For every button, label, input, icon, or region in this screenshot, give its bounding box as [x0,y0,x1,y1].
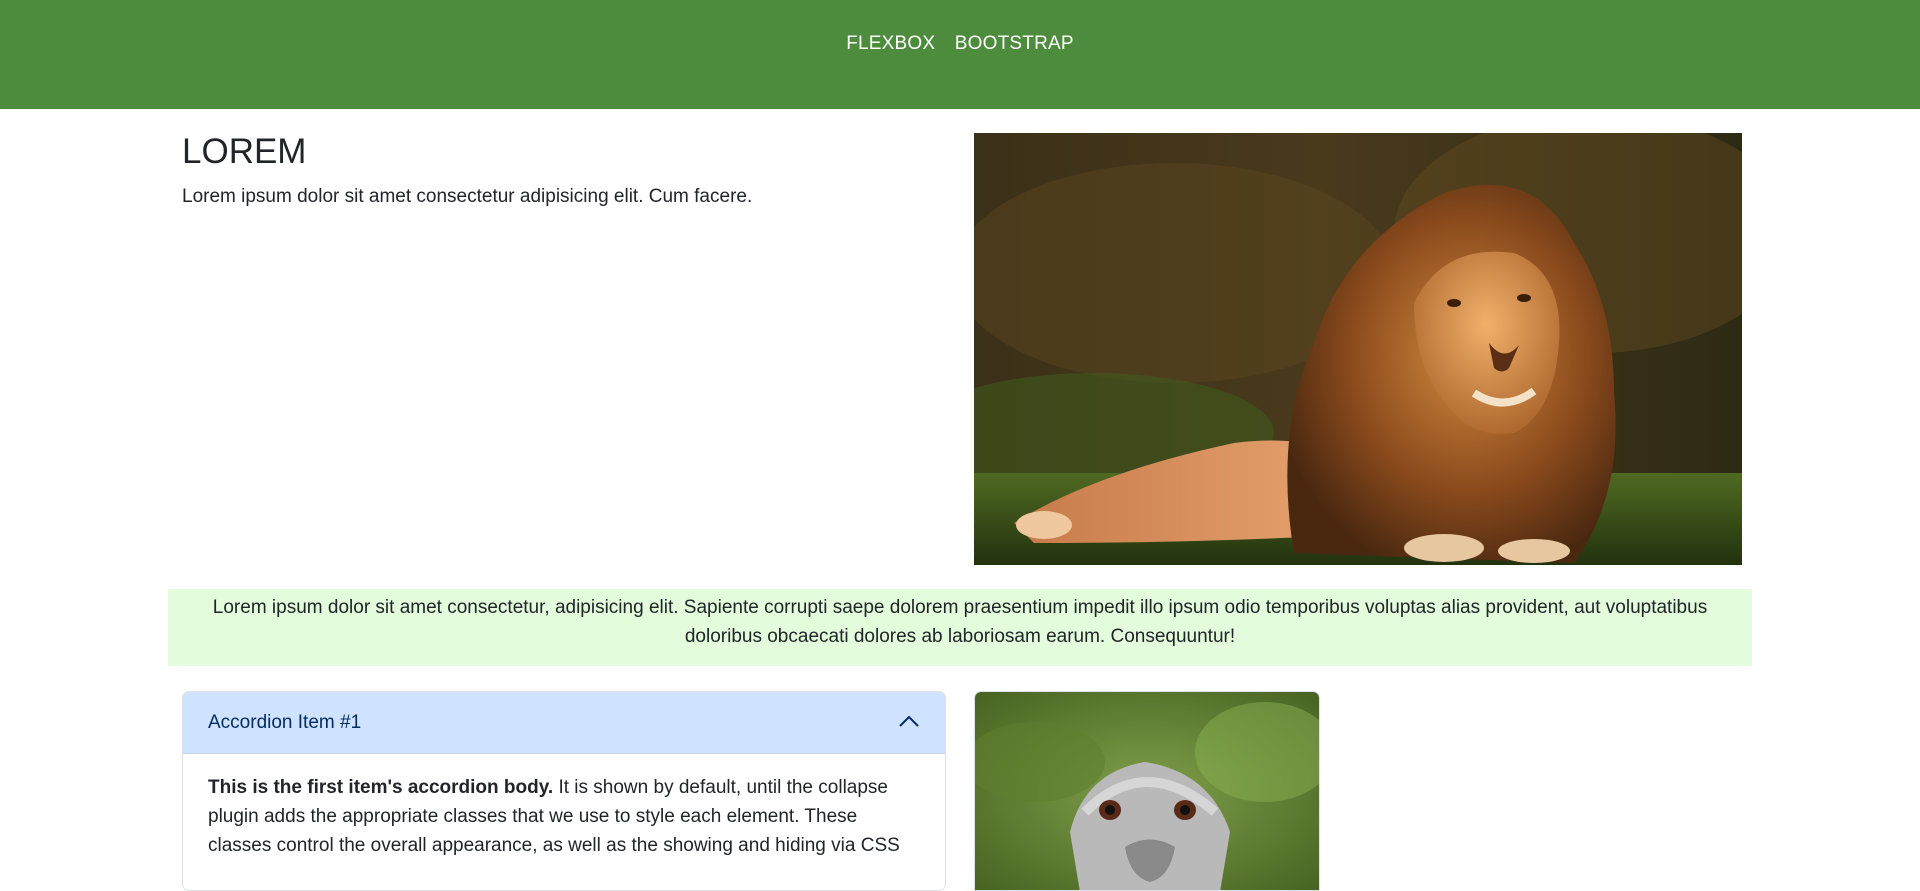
nav-link-bootstrap[interactable]: BOOTSTRAP [955,33,1074,54]
ostrich-image [975,692,1319,890]
nav-menu: FLEXBOX BOOTSTRAP [0,33,1920,55]
top-navbar: FLEXBOX BOOTSTRAP [0,0,1920,109]
accordion-item-1-title: Accordion Item #1 [208,711,362,733]
accordion-item-1-body: This is the first item's accordion body.… [183,754,945,860]
hero-text: Lorem ipsum dolor sit amet consectetur a… [182,186,753,207]
info-band: Lorem ipsum dolor sit amet consectetur, … [168,589,1752,666]
accordion-body-strong: This is the first item's accordion body. [208,777,554,798]
accordion-item-1-header[interactable]: Accordion Item #1 [183,692,945,754]
ostrich-card [974,691,1320,891]
chevron-up-icon [899,715,919,727]
hero-title: LOREM [182,132,307,171]
accordion: Accordion Item #1 This is the first item… [182,691,946,891]
nav-link-flexbox[interactable]: FLEXBOX [846,33,935,54]
lion-image [974,133,1742,565]
